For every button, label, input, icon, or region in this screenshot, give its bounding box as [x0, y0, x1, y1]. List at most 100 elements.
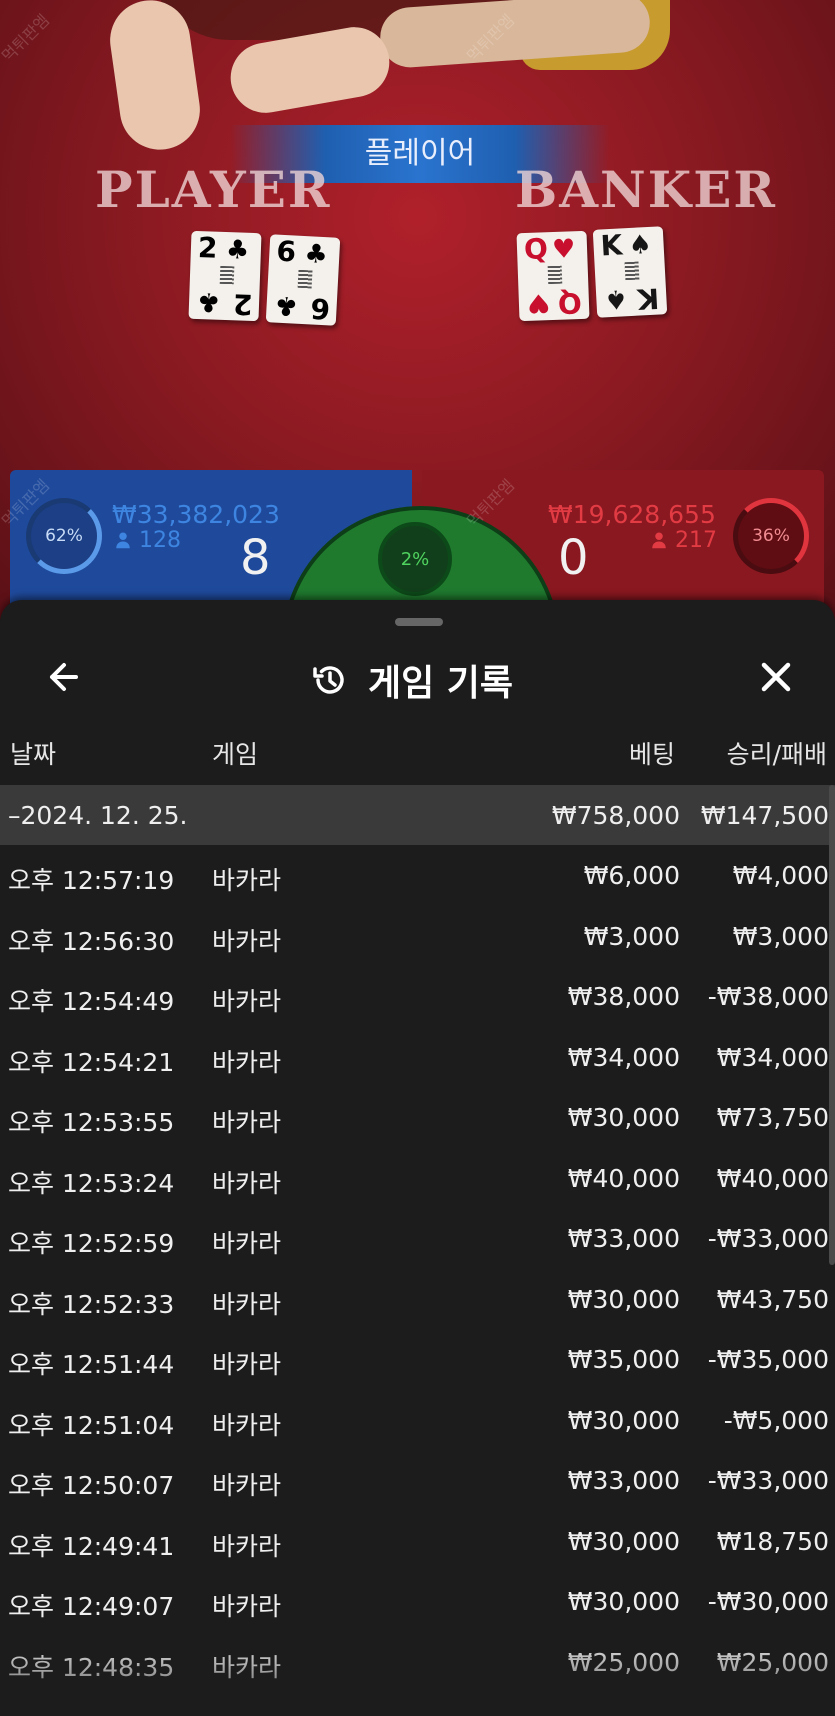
row-result: ₩73,750: [716, 1103, 829, 1132]
history-row[interactable]: 오후 12:52:33 바카라 ₩30,000 ₩43,750: [0, 1269, 835, 1330]
user-icon: [652, 532, 666, 549]
date-total-bet: ₩758,000: [551, 801, 680, 830]
row-bet: ₩35,000: [567, 1345, 680, 1374]
column-header-bet: 베팅: [628, 740, 675, 769]
back-button[interactable]: [38, 651, 90, 703]
close-icon: [761, 662, 791, 692]
player-score: 8: [240, 530, 271, 586]
player-bettor-count: 128: [114, 528, 181, 553]
card-rank: K: [599, 228, 624, 263]
row-bet: ₩40,000: [567, 1163, 680, 1193]
live-game-video: 플레이어 PLAYER BANKER 2 ♣ ♣ 2 6 ♣ ♣ 6 Q ♥ ♥…: [0, 0, 835, 620]
arrow-left-icon: [50, 663, 78, 691]
history-row[interactable]: 오후 12:51:44 바카라 ₩35,000 -₩35,000: [0, 1329, 835, 1390]
row-result: ₩3,000: [732, 921, 829, 951]
row-bet: ₩38,000: [567, 982, 680, 1011]
player-bet-amount: ₩33,382,023: [112, 500, 280, 529]
heart-suit-icon: ♥: [526, 287, 551, 318]
banker-bettor-count: 217: [650, 528, 717, 553]
table-header: 날짜 게임 베팅 승리/패배: [0, 735, 835, 775]
player-bettor-count-value: 128: [139, 528, 181, 553]
game-history-sheet: 게임 기록 날짜 게임 베팅 승리/패배 –2024. 12. 25. ₩758…: [0, 600, 835, 1716]
card-rank: 2: [197, 231, 219, 265]
history-row[interactable]: 오후 12:53:55 바카라 ₩30,000 ₩73,750: [0, 1087, 835, 1148]
history-row[interactable]: 오후 12:50:07 바카라 ₩33,000 -₩33,000: [0, 1450, 835, 1511]
row-bet: ₩30,000: [567, 1526, 680, 1556]
user-icon: [116, 532, 130, 549]
row-time: 오후 12:52:33: [8, 1289, 175, 1319]
row-bet: ₩3,000: [583, 921, 680, 951]
date-total-win-loss: ₩147,500: [700, 801, 829, 830]
close-button[interactable]: [750, 651, 802, 703]
card-center-mark: [219, 265, 235, 285]
row-result: -₩38,000: [707, 982, 829, 1011]
row-game: 바카라: [212, 1108, 282, 1137]
row-bet: ₩30,000: [567, 1587, 680, 1616]
row-time: 오후 12:51:04: [8, 1410, 175, 1440]
row-bet: ₩30,000: [567, 1284, 680, 1314]
banker-bettor-count-value: 217: [675, 528, 717, 553]
player-card-1: 2 ♣ ♣ 2: [188, 230, 262, 322]
row-game: 바카라: [212, 1168, 282, 1198]
club-suit-icon: ♣: [225, 235, 250, 266]
history-list[interactable]: –2024. 12. 25. ₩758,000 ₩147,500 오후 12:5…: [0, 785, 835, 1716]
history-row[interactable]: 오후 12:48:35 바카라 ₩25,000 ₩25,000: [0, 1632, 835, 1693]
row-game: 바카라: [212, 926, 282, 956]
column-header-game: 게임: [212, 740, 259, 769]
card-rank-inverted: 6: [309, 291, 331, 326]
card-rank: Q: [523, 232, 549, 266]
history-row[interactable]: 오후 12:53:24 바카라 ₩40,000 ₩40,000: [0, 1148, 835, 1209]
row-result: ₩25,000: [716, 1647, 829, 1677]
history-row[interactable]: 오후 12:57:19 바카라 ₩6,000 ₩4,000: [0, 845, 835, 906]
date-group-row[interactable]: –2024. 12. 25. ₩758,000 ₩147,500: [0, 785, 835, 845]
column-header-date: 날짜: [10, 740, 57, 769]
row-game: 바카라: [212, 1350, 282, 1379]
banker-percent-ring: 36%: [733, 498, 809, 574]
row-result: -₩5,000: [723, 1405, 829, 1435]
column-header-win-loss: 승리/패배: [726, 740, 827, 769]
card-center-mark: [624, 261, 640, 281]
history-row[interactable]: 오후 12:49:07 바카라 ₩30,000 -₩30,000: [0, 1571, 835, 1632]
row-game: 바카라: [212, 1531, 282, 1561]
card-rank-inverted: Q: [557, 286, 583, 320]
row-result: -₩33,000: [707, 1224, 829, 1253]
history-row[interactable]: 오후 12:52:59 바카라 ₩33,000 -₩33,000: [0, 1208, 835, 1269]
row-bet: ₩30,000: [567, 1103, 680, 1132]
row-time: 오후 12:50:07: [8, 1471, 175, 1500]
row-result: -₩30,000: [707, 1587, 829, 1616]
banker-bet-amount: ₩19,628,655: [548, 500, 716, 529]
row-time: 오후 12:54:49: [8, 987, 175, 1016]
row-time: 오후 12:53:24: [8, 1168, 175, 1198]
watermark: 먹튀판엠: [0, 10, 54, 66]
date-group-label: –2024. 12. 25.: [8, 801, 188, 830]
row-bet: ₩25,000: [567, 1647, 680, 1677]
card-rank-inverted: K: [636, 281, 661, 316]
heart-suit-icon: ♥: [551, 234, 576, 266]
history-row[interactable]: 오후 12:49:41 바카라 ₩30,000 ₩18,750: [0, 1511, 835, 1572]
history-row[interactable]: 오후 12:56:30 바카라 ₩3,000 ₩3,000: [0, 906, 835, 967]
history-row[interactable]: 오후 12:54:49 바카라 ₩38,000 -₩38,000: [0, 966, 835, 1027]
row-time: 오후 12:57:19: [8, 866, 175, 895]
row-time: 오후 12:48:35: [8, 1652, 175, 1682]
row-bet: ₩34,000: [567, 1042, 680, 1072]
spade-suit-icon: ♠: [603, 283, 629, 315]
history-row[interactable]: 오후 12:51:04 바카라 ₩30,000 -₩5,000: [0, 1390, 835, 1451]
banker-label: BANKER: [515, 160, 777, 219]
row-game: 바카라: [212, 1592, 282, 1621]
row-bet: ₩6,000: [583, 861, 680, 890]
scrollbar[interactable]: [829, 785, 835, 1265]
history-row[interactable]: 오후 12:54:21 바카라 ₩34,000 ₩34,000: [0, 1027, 835, 1088]
row-game: 바카라: [212, 1229, 282, 1258]
sheet-header: 게임 기록: [0, 645, 835, 715]
row-game: 바카라: [212, 1410, 282, 1440]
sheet-drag-handle[interactable]: [395, 618, 443, 626]
row-time: 오후 12:56:30: [8, 926, 175, 956]
spade-suit-icon: ♠: [627, 229, 653, 262]
card-center-mark: [297, 269, 313, 289]
banker-card-2: K ♠ ♠ K: [592, 226, 668, 318]
sheet-title: 게임 기록: [368, 663, 514, 704]
row-result: ₩4,000: [732, 861, 829, 890]
row-result: ₩40,000: [716, 1163, 829, 1193]
player-label: PLAYER: [95, 160, 332, 219]
row-game: 바카라: [212, 1289, 282, 1319]
